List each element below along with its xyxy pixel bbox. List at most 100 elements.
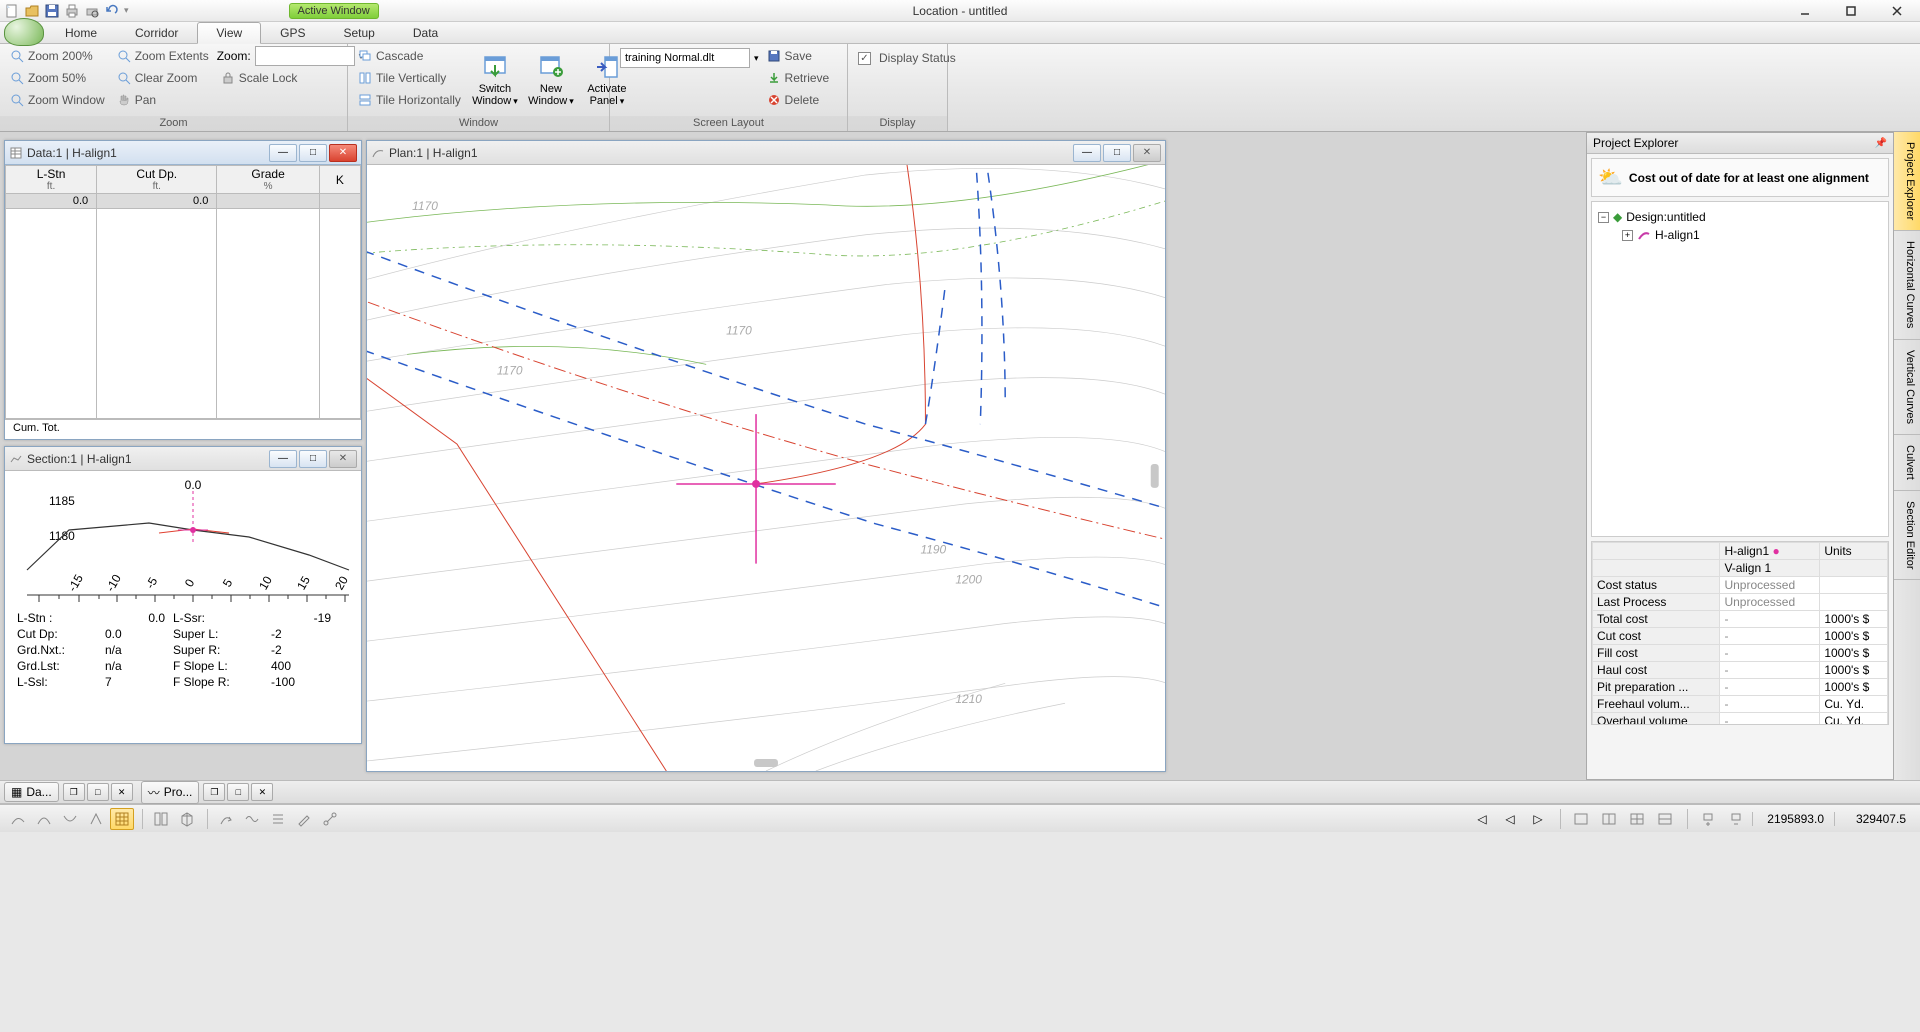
data-close-button[interactable]: ✕ [329,144,357,162]
view-custom-icon[interactable] [1653,808,1677,830]
tab-corridor[interactable]: Corridor [116,22,197,43]
plan-close-button[interactable]: ✕ [1133,144,1161,162]
display-status-checkbox[interactable]: ✓Display Status [854,48,960,68]
scale-lock-button[interactable]: Scale Lock [217,68,364,88]
tab-close-button[interactable]: ✕ [251,783,273,801]
tool-edit-icon[interactable] [292,808,316,830]
table-row[interactable]: 0.0 0.0 [6,194,361,209]
retrieve-layout-button[interactable]: Retrieve [763,68,834,88]
view-single-icon[interactable] [1569,808,1593,830]
tab-restore-button[interactable]: ❐ [63,783,85,801]
tab-view[interactable]: View [197,22,261,44]
col-grade[interactable]: Grade% [217,166,319,194]
tool-sections-icon[interactable] [149,808,173,830]
zoom-combo[interactable] [255,46,355,66]
col-k[interactable]: K [319,166,360,194]
zoom-in-icon[interactable] [1696,808,1720,830]
tool-grid-icon[interactable] [110,808,134,830]
nav-play-icon[interactable]: ▷ [1526,808,1550,830]
tab-data[interactable]: ▦Da... [4,782,59,802]
switch-window-button[interactable]: SwitchWindow [467,46,523,114]
close-button[interactable] [1874,0,1920,22]
plan-window-titlebar[interactable]: Plan:1 | H-align1 — □ ✕ [367,141,1165,165]
tool-wave-icon[interactable] [240,808,264,830]
plan-minimize-button[interactable]: — [1073,144,1101,162]
print-preview-icon[interactable] [84,3,100,19]
cascade-button[interactable]: Cascade [354,46,465,66]
delete-layout-button[interactable]: Delete [763,90,834,110]
view-quad-icon[interactable] [1625,808,1649,830]
properties-grid[interactable]: H-align1 ●Units V-align 1 Cost statusUnp… [1591,541,1889,725]
side-tab-vertical-curves[interactable]: Vertical Curves [1894,340,1920,435]
retrieve-icon [767,71,781,85]
zoom-200-button[interactable]: Zoom 200% [6,46,109,66]
tab-gps[interactable]: GPS [261,22,324,43]
save-icon[interactable] [44,3,60,19]
plan-canvas[interactable]: 1170 1170 1170 1190 1200 1210 [367,165,1165,771]
side-tab-project-explorer[interactable]: Project Explorer [1894,132,1920,231]
tool-curve1-icon[interactable] [32,808,56,830]
project-explorer-title[interactable]: Project Explorer 📌 [1587,133,1893,154]
tab-setup[interactable]: Setup [325,22,394,43]
app-logo[interactable] [4,18,44,46]
nav-first-icon[interactable]: ◁ [1470,808,1494,830]
section-chart[interactable]: 0.0 1185 1180 -15 -10 -5 0 [9,475,355,607]
tree-node-design[interactable]: − ◆ Design:untitled [1598,208,1882,226]
save-layout-button[interactable]: Save [763,46,834,66]
zoom-out-icon[interactable] [1724,808,1748,830]
side-tab-horizontal-curves[interactable]: Horizontal Curves [1894,231,1920,339]
minimize-button[interactable] [1782,0,1828,22]
nav-prev-icon[interactable]: ◁ [1498,808,1522,830]
side-tab-culvert[interactable]: Culvert [1894,435,1920,491]
tool-curve2-icon[interactable] [58,808,82,830]
tab-max-button[interactable]: □ [87,783,109,801]
plan-maximize-button[interactable]: □ [1103,144,1131,162]
open-icon[interactable] [24,3,40,19]
new-window-button[interactable]: NewWindow [523,46,579,114]
zoom-50-button[interactable]: Zoom 50% [6,68,109,88]
side-tab-section-editor[interactable]: Section Editor [1894,491,1920,580]
tab-home[interactable]: Home [46,22,116,43]
tool-measure-icon[interactable] [318,808,342,830]
project-tree[interactable]: − ◆ Design:untitled + H-align1 [1591,201,1889,537]
tool-angle-icon[interactable] [84,808,108,830]
maximize-button[interactable] [1828,0,1874,22]
tile-v-icon [358,71,372,85]
collapse-icon[interactable]: − [1598,212,1609,223]
data-minimize-button[interactable]: — [269,144,297,162]
expand-icon[interactable]: + [1622,230,1633,241]
tab-close-button[interactable]: ✕ [111,783,133,801]
pan-button[interactable]: Pan [113,90,213,110]
new-icon[interactable] [4,3,20,19]
col-lstn[interactable]: L-Stnft. [6,166,97,194]
section-window: Section:1 | H-align1 — □ ✕ 0.0 1185 1180 [4,446,362,744]
data-window-titlebar[interactable]: Data:1 | H-align1 — □ ✕ [5,141,361,165]
tool-line-icon[interactable] [6,808,30,830]
section-close-button[interactable]: ✕ [329,450,357,468]
pin-icon[interactable]: 📌 [1875,138,1887,149]
svg-text:1190: 1190 [920,543,946,557]
tile-vertically-button[interactable]: Tile Vertically [354,68,465,88]
tile-horizontally-button[interactable]: Tile Horizontally [354,90,465,110]
zoom-window-button[interactable]: Zoom Window [6,90,109,110]
section-minimize-button[interactable]: — [269,450,297,468]
tab-max-button[interactable]: □ [227,783,249,801]
section-maximize-button[interactable]: □ [299,450,327,468]
undo-icon[interactable] [104,3,120,19]
layout-file-combo[interactable] [620,48,750,68]
tab-data[interactable]: Data [394,22,457,43]
tab-profile[interactable]: 〰Pro... [141,781,200,804]
tool-list-icon[interactable] [266,808,290,830]
data-maximize-button[interactable]: □ [299,144,327,162]
tool-3d-icon[interactable] [175,808,199,830]
zoom-extents-button[interactable]: Zoom Extents [113,46,213,66]
tree-node-halign[interactable]: + H-align1 [1598,226,1882,244]
qat-dropdown-icon[interactable]: ▾ [124,5,129,16]
tool-arrow-icon[interactable] [214,808,238,830]
print-icon[interactable] [64,3,80,19]
view-split-icon[interactable] [1597,808,1621,830]
clear-zoom-button[interactable]: Clear Zoom [113,68,213,88]
tab-restore-button[interactable]: ❐ [203,783,225,801]
section-window-titlebar[interactable]: Section:1 | H-align1 — □ ✕ [5,447,361,471]
col-cutdp[interactable]: Cut Dp.ft. [97,166,217,194]
